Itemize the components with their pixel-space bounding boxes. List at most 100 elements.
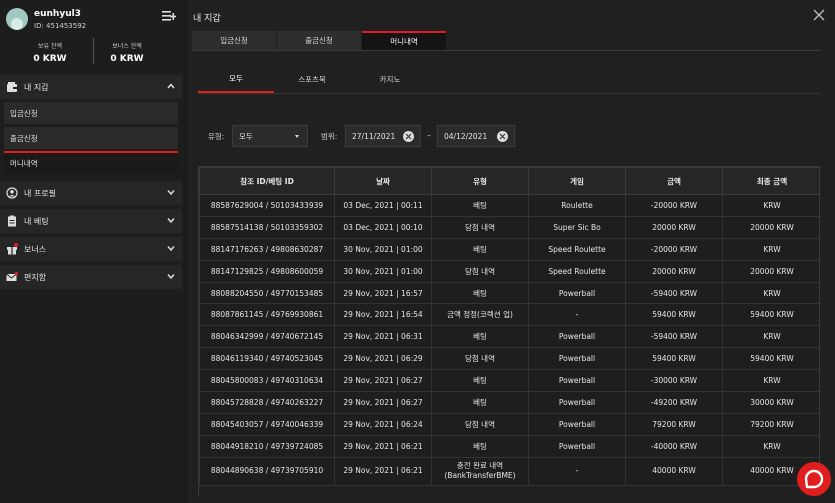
table-cell: KRW <box>722 194 819 217</box>
table-cell: 03 Dec, 2021 | 00:11 <box>334 194 432 217</box>
close-icon[interactable] <box>813 9 825 21</box>
profile-icon <box>6 187 18 199</box>
nav-wallet[interactable]: 내 지갑 <box>0 75 182 99</box>
table-cell: 88587514138 / 50103359302 <box>199 215 335 239</box>
chevron-down-icon <box>167 274 175 280</box>
subtab-all[interactable]: 모두 <box>198 66 274 93</box>
column-header: 유형 <box>431 167 529 195</box>
subtab-casino[interactable]: 카지노 <box>352 66 428 93</box>
table-cell: 베팅 <box>431 369 529 393</box>
table-row: 88587514138 / 50103359302 03 Dec, 2021 | … <box>199 215 819 239</box>
table-cell: 88046342999 / 49740672145 <box>199 325 335 349</box>
table-cell: 88087861145 / 49769930861 <box>199 303 335 327</box>
bonus-balance: 보너스 잔액 0 KRW <box>92 41 162 64</box>
chat-icon <box>804 469 824 489</box>
table-cell: 88045728828 / 49740263227 <box>199 391 335 414</box>
nav-mailbox[interactable]: 편지함 <box>0 265 182 289</box>
nav-wallet-label: 내 지갑 <box>24 82 49 92</box>
mail-icon <box>6 271 18 281</box>
subtab-label: 카지노 <box>379 75 401 84</box>
date-to-input[interactable]: 04/12/2021 <box>437 125 515 147</box>
table-cell: Super Sic Bo <box>528 215 626 239</box>
table-cell: 79200 KRW <box>625 412 723 436</box>
table-cell: -20000 KRW <box>625 237 723 261</box>
table-row: 88587629004 / 50103433939 03 Dec, 2021 | … <box>199 194 819 217</box>
balance: 보유 잔액 0 KRW <box>15 41 85 64</box>
table-cell: 59400 KRW <box>625 347 723 371</box>
table-cell: -20000 KRW <box>625 194 723 217</box>
tab-deposit[interactable]: 입금신청 <box>192 31 276 50</box>
history-table: 참조 ID/베팅 ID 날짜 유형 게임 금액 최종 금액 8858762900… <box>198 166 820 496</box>
table-cell: 20000 KRW <box>722 215 819 239</box>
subtab-label: 스포츠북 <box>298 75 326 84</box>
table-cell: 베팅 <box>431 237 529 261</box>
table-cell: Speed Roulette <box>528 237 626 261</box>
table-body: 88587629004 / 50103433939 03 Dec, 2021 | … <box>199 194 819 486</box>
range-dash: – <box>427 131 431 140</box>
table-row: 88045728828 / 49740263227 29 Nov, 2021 | … <box>199 391 819 414</box>
table-cell: 88587629004 / 50103433939 <box>199 194 335 217</box>
table-cell: 29 Nov, 2021 | 06:21 <box>334 434 432 458</box>
table-cell: 29 Nov, 2021 | 06:27 <box>334 391 432 414</box>
menu-icon[interactable] <box>162 10 176 22</box>
table-cell: 29 Nov, 2021 | 06:24 <box>334 412 432 436</box>
sidebar-item-withdraw[interactable]: 출금신청 <box>4 127 178 149</box>
column-header: 날짜 <box>334 167 432 195</box>
table-row: 88046119340 / 49740523045 29 Nov, 2021 | … <box>199 347 819 371</box>
table-cell: 당첨 내역 <box>431 347 529 371</box>
sidebar-item-label: 입금신청 <box>10 108 38 118</box>
subtab-sportsbook[interactable]: 스포츠북 <box>274 66 350 93</box>
date-from-input[interactable]: 27/11/2021 <box>345 125 421 147</box>
sidebar-item-label: 출금신청 <box>10 133 38 143</box>
clear-icon[interactable] <box>403 131 414 142</box>
table-cell: 30000 KRW <box>722 391 819 414</box>
table-row: 88044918210 / 49739724085 29 Nov, 2021 | … <box>199 434 819 458</box>
table-row: 88045800083 / 49740310634 29 Nov, 2021 | … <box>199 369 819 393</box>
table-row: 88045403057 / 49740046339 29 Nov, 2021 | … <box>199 412 819 436</box>
clear-icon[interactable] <box>497 131 508 142</box>
table-row: 88147176263 / 49808630287 30 Nov, 2021 | … <box>199 237 819 261</box>
table-cell: 88045403057 / 49740046339 <box>199 412 335 436</box>
tab-money-history[interactable]: 머니내역 <box>362 31 446 50</box>
wallet-panel: 내 지갑 입금신청 출금신청 머니내역 모두 스포츠북 카지노 유형: 모두 범… <box>188 0 835 503</box>
table-row: 88087861145 / 49769930861 29 Nov, 2021 | … <box>199 303 819 327</box>
sidebar-item-deposit[interactable]: 입금신청 <box>4 102 178 124</box>
table-cell: Powerball <box>528 412 626 436</box>
table-cell: 29 Nov, 2021 | 16:57 <box>334 281 432 305</box>
tab-withdraw[interactable]: 출금신청 <box>277 31 361 50</box>
type-value: 모두 <box>239 131 253 141</box>
table-cell: 30 Nov, 2021 | 01:00 <box>334 259 432 283</box>
table-cell: 88147176263 / 49808630287 <box>199 237 335 261</box>
sidebar-item-money-history[interactable]: 머니내역 <box>4 151 178 173</box>
table-cell: 금액 정정(코렉션 업) <box>431 303 529 327</box>
range-label: 범위: <box>321 132 338 141</box>
table-row: 88044890638 / 49739705910 29 Nov, 2021 | … <box>199 456 819 486</box>
nav-profile[interactable]: 내 프로필 <box>0 181 182 205</box>
table-cell: 충전 완료 내역 (BankTransferBME) <box>431 456 529 486</box>
username: eunhyul3 <box>34 9 81 19</box>
sidebar-item-label: 머니내역 <box>10 158 38 168</box>
table-cell: -40000 KRW <box>625 434 723 458</box>
chevron-down-icon <box>167 190 175 196</box>
chevron-down-icon <box>167 218 175 224</box>
table-cell: Speed Roulette <box>528 259 626 283</box>
table-cell: Powerball <box>528 434 626 458</box>
table-cell: 29 Nov, 2021 | 06:21 <box>334 456 432 486</box>
table-cell: 20000 KRW <box>625 215 723 239</box>
balance-label: 보유 잔액 <box>38 43 62 50</box>
nav-bonus[interactable]: 보너스 <box>0 237 182 261</box>
subtab-label: 모두 <box>229 74 243 83</box>
avatar[interactable] <box>6 8 28 30</box>
nav-bets[interactable]: 내 베팅 <box>0 209 182 233</box>
table-cell: KRW <box>722 325 819 349</box>
chat-button[interactable] <box>797 462 831 496</box>
table-cell: -30000 KRW <box>625 369 723 393</box>
gift-icon <box>7 243 18 255</box>
caret-down-icon <box>295 135 299 138</box>
table-cell: Powerball <box>528 369 626 393</box>
table-cell: 88045800083 / 49740310634 <box>199 369 335 393</box>
sidebar: eunhyul3 ID: 451453592 보유 잔액 0 KRW 보너스 잔… <box>0 0 184 503</box>
type-select[interactable]: 모두 <box>232 125 308 147</box>
table-cell: 당첨 내역 <box>431 215 529 239</box>
table-cell: 29 Nov, 2021 | 06:27 <box>334 369 432 393</box>
